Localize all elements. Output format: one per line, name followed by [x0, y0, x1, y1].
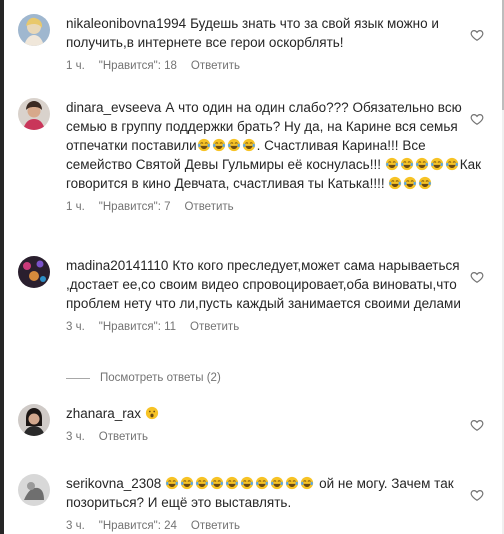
avatar[interactable] — [18, 14, 50, 46]
comment-likes[interactable]: "Нравится": 18 — [99, 60, 177, 72]
face-with-tears-of-joy-emoji — [256, 476, 269, 490]
comment-username[interactable]: dinara_evseeva — [66, 100, 161, 115]
reply-button[interactable]: Ответить — [191, 520, 240, 532]
face-with-tears-of-joy-emoji — [404, 176, 417, 190]
face-with-tears-of-joy-emoji — [400, 157, 413, 171]
comment-meta: 1 ч. "Нравится": 7 Ответить — [66, 201, 490, 213]
face-with-tears-of-joy-emoji — [226, 476, 239, 490]
face-with-tears-of-joy-emoji — [196, 476, 209, 490]
face-with-tears-of-joy-emoji — [301, 476, 314, 490]
comment-likes[interactable]: "Нравится": 7 — [99, 201, 171, 213]
heart-outline-icon[interactable] — [470, 488, 484, 502]
comment-time[interactable]: 3 ч. — [66, 431, 85, 443]
reply-button[interactable]: Ответить — [191, 60, 240, 72]
comment-likes[interactable]: "Нравится": 11 — [99, 321, 176, 333]
comment-time[interactable]: 1 ч. — [66, 201, 85, 213]
face-with-tears-of-joy-emoji — [242, 138, 255, 152]
comment-text: madina20141110 Кто кого преследует,может … — [66, 256, 490, 313]
comment-text: zhanara_rax — [66, 404, 490, 423]
comment-likes[interactable]: "Нравится": 24 — [99, 520, 177, 532]
face-with-tears-of-joy-emoji — [166, 476, 179, 490]
left-panel-edge — [0, 0, 4, 534]
avatar[interactable] — [18, 256, 50, 288]
face-with-tears-of-joy-emoji — [211, 476, 224, 490]
face-with-tears-of-joy-emoji — [389, 176, 402, 190]
avatar[interactable] — [18, 404, 50, 436]
face-with-tears-of-joy-emoji — [415, 157, 428, 171]
comment-meta: 3 ч. "Нравится": 24 Ответить — [66, 520, 490, 532]
heart-outline-icon[interactable] — [470, 418, 484, 432]
avatar[interactable] — [18, 98, 50, 130]
face-with-tears-of-joy-emoji — [197, 138, 210, 152]
face-with-tears-of-joy-emoji — [286, 476, 299, 490]
comment-text: nikaleonibovna1994 Будешь знать что за св… — [66, 14, 490, 52]
view-replies-label[interactable]: Посмотреть ответы (2) — [100, 372, 221, 384]
heart-outline-icon[interactable] — [470, 270, 484, 284]
comment-username[interactable]: nikaleonibovna1994 — [66, 16, 186, 31]
reply-button[interactable]: Ответить — [184, 201, 233, 213]
heart-outline-icon[interactable] — [470, 112, 484, 126]
face-with-tears-of-joy-emoji — [212, 138, 225, 152]
comments-panel: nikaleonibovna1994 Будешь знать что за св… — [0, 0, 504, 534]
comment-meta: 1 ч. "Нравится": 18 Ответить — [66, 60, 490, 72]
face-with-tears-of-joy-emoji — [241, 476, 254, 490]
face-with-tears-of-joy-emoji — [385, 157, 398, 171]
comment-username[interactable]: serikovna_2308 — [66, 476, 161, 491]
face-with-tears-of-joy-emoji — [181, 476, 194, 490]
face-with-tears-of-joy-emoji — [271, 476, 284, 490]
view-replies-toggle[interactable]: Посмотреть ответы (2) — [66, 372, 221, 384]
comment-text: dinara_evseeva А что один на один слабо??… — [66, 98, 490, 193]
reply-button[interactable]: Ответить — [99, 431, 148, 443]
avatar[interactable] — [18, 474, 50, 506]
comment-username[interactable]: zhanara_rax — [66, 406, 141, 421]
reply-button[interactable]: Ответить — [190, 321, 239, 333]
comment-meta: 3 ч. "Нравится": 11 Ответить — [66, 321, 490, 333]
comment-meta: 3 ч. Ответить — [66, 431, 490, 443]
face-with-tears-of-joy-emoji — [430, 157, 443, 171]
comment-time[interactable]: 3 ч. — [66, 520, 85, 532]
face-with-tears-of-joy-emoji — [445, 157, 458, 171]
face-with-tears-of-joy-emoji — [227, 138, 240, 152]
comment-time[interactable]: 3 ч. — [66, 321, 85, 333]
divider — [66, 377, 90, 379]
comment-time[interactable]: 1 ч. — [66, 60, 85, 72]
heart-outline-icon[interactable] — [470, 28, 484, 42]
face-with-open-mouth-emoji — [145, 406, 159, 420]
comment-text: serikovna_2308 ой не могу. Зачем так поз… — [66, 474, 490, 512]
face-with-tears-of-joy-emoji — [419, 176, 432, 190]
comment-username[interactable]: madina20141110 — [66, 258, 168, 273]
